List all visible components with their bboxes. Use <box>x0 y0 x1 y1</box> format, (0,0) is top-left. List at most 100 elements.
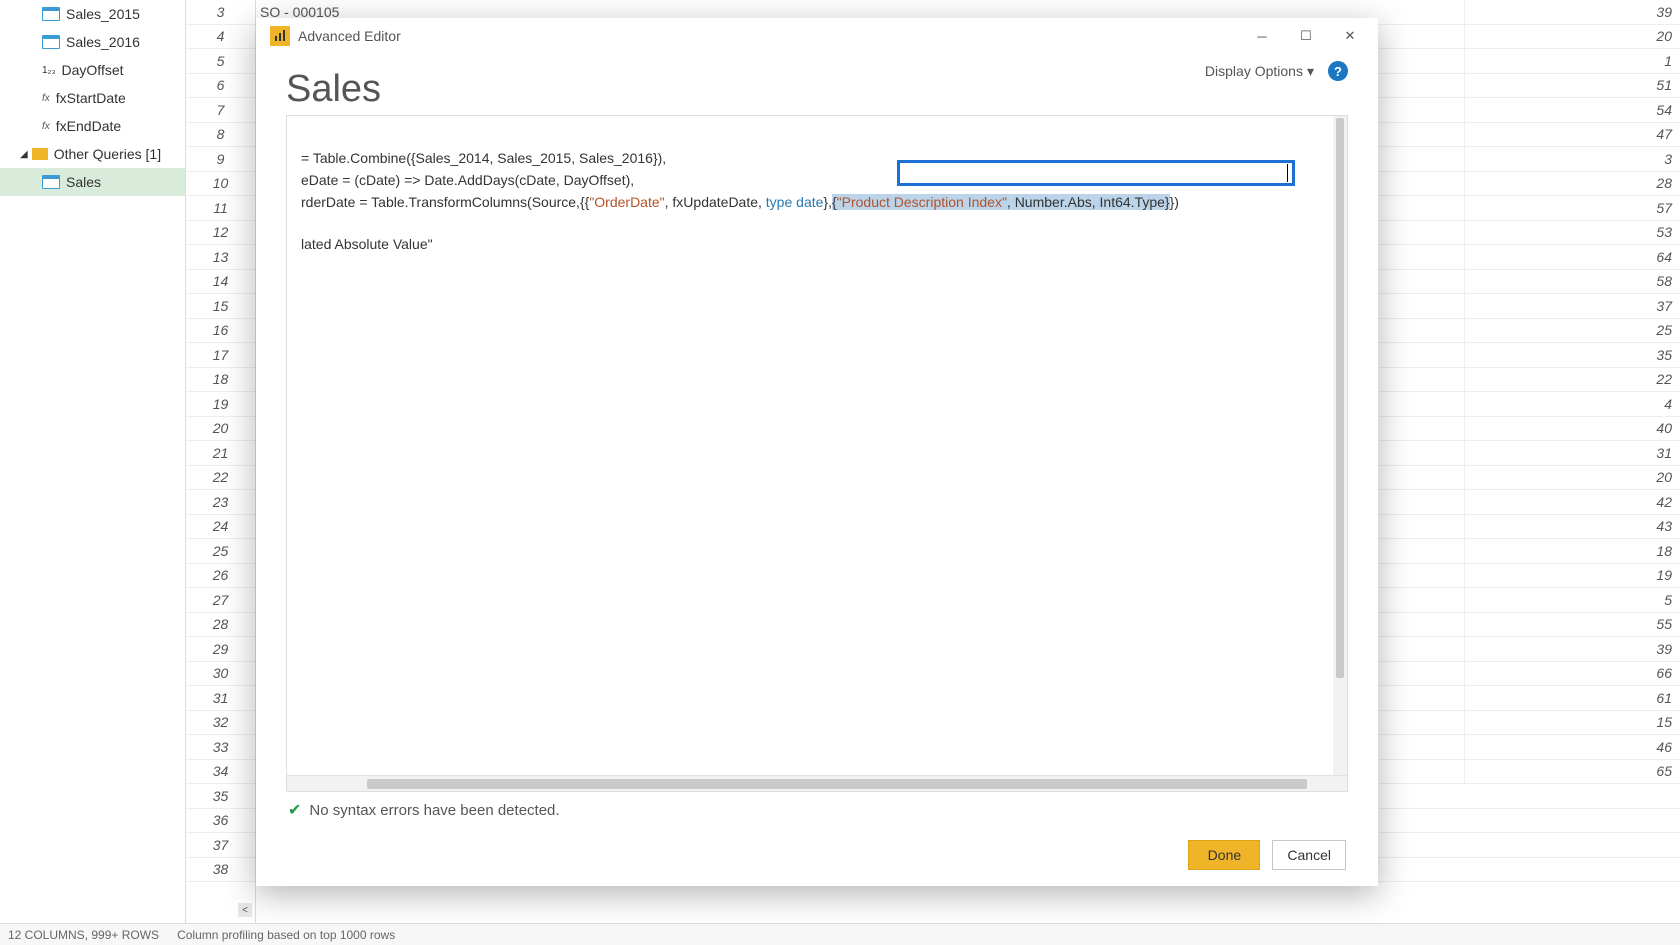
row-number[interactable]: 35 <box>186 784 255 809</box>
row-number[interactable]: 20 <box>186 417 255 442</box>
row-number[interactable]: 15 <box>186 294 255 319</box>
advanced-editor-dialog: Advanced Editor ─ ☐ ✕ Sales Display Opti… <box>256 18 1378 886</box>
row-number[interactable]: 34 <box>186 760 255 785</box>
value-cell[interactable]: 31 <box>1464 441 1680 466</box>
dialog-titlebar[interactable]: Advanced Editor ─ ☐ ✕ <box>256 18 1378 54</box>
value-cell[interactable]: 47 <box>1464 123 1680 148</box>
row-number[interactable]: 21 <box>186 441 255 466</box>
right-value-column: 3920151544732857536458372535224403120424… <box>1464 0 1680 784</box>
row-number[interactable]: 9 <box>186 147 255 172</box>
row-number[interactable]: 24 <box>186 515 255 540</box>
row-number[interactable]: 4 <box>186 25 255 50</box>
query-item[interactable]: fxEndDate <box>0 112 185 140</box>
row-number[interactable]: 26 <box>186 564 255 589</box>
group-label: Other Queries [1] <box>54 146 161 162</box>
value-cell[interactable]: 20 <box>1464 25 1680 50</box>
value-cell[interactable]: 53 <box>1464 221 1680 246</box>
row-number[interactable]: 25 <box>186 539 255 564</box>
row-number[interactable]: 14 <box>186 270 255 295</box>
value-cell[interactable]: 51 <box>1464 74 1680 99</box>
value-cell[interactable]: 28 <box>1464 172 1680 197</box>
value-cell[interactable]: 19 <box>1464 564 1680 589</box>
row-number[interactable]: 27 <box>186 588 255 613</box>
value-cell[interactable]: 35 <box>1464 343 1680 368</box>
check-icon: ✔ <box>288 800 301 820</box>
row-number[interactable]: 16 <box>186 319 255 344</box>
minimize-button[interactable]: ─ <box>1240 20 1284 52</box>
row-number[interactable]: 29 <box>186 637 255 662</box>
query-item[interactable]: DayOffset <box>0 56 185 84</box>
value-cell[interactable]: 58 <box>1464 270 1680 295</box>
value-cell[interactable]: 5 <box>1464 588 1680 613</box>
close-button[interactable]: ✕ <box>1328 20 1372 52</box>
value-cell[interactable]: 64 <box>1464 245 1680 270</box>
query-group[interactable]: ◢ Other Queries [1] <box>0 140 185 168</box>
query-item[interactable]: fxStartDate <box>0 84 185 112</box>
row-number[interactable]: 30 <box>186 662 255 687</box>
code-editor[interactable]: = Table.Combine({Sales_2014, Sales_2015,… <box>286 115 1348 792</box>
row-number[interactable]: 38 <box>186 858 255 883</box>
query-item[interactable]: Sales_2016 <box>0 28 185 56</box>
value-cell[interactable]: 1 <box>1464 49 1680 74</box>
value-cell[interactable]: 42 <box>1464 490 1680 515</box>
syntax-message: No syntax errors have been detected. <box>309 802 559 819</box>
row-number[interactable]: 33 <box>186 735 255 760</box>
maximize-button[interactable]: ☐ <box>1284 20 1328 52</box>
row-number[interactable]: 37 <box>186 833 255 858</box>
value-cell[interactable]: 39 <box>1464 637 1680 662</box>
row-number[interactable]: 32 <box>186 711 255 736</box>
value-cell[interactable]: 18 <box>1464 539 1680 564</box>
row-number[interactable]: 31 <box>186 686 255 711</box>
value-cell[interactable]: 37 <box>1464 294 1680 319</box>
value-cell[interactable]: 46 <box>1464 735 1680 760</box>
row-number[interactable]: 11 <box>186 196 255 221</box>
scroll-left-button[interactable]: < <box>238 903 252 917</box>
display-options-dropdown[interactable]: Display Options ▾ <box>1205 63 1314 80</box>
row-number[interactable]: 6 <box>186 74 255 99</box>
row-number[interactable]: 8 <box>186 123 255 148</box>
powerbi-icon <box>270 26 290 46</box>
value-cell[interactable]: 15 <box>1464 711 1680 736</box>
row-number[interactable]: 23 <box>186 490 255 515</box>
value-cell[interactable]: 3 <box>1464 147 1680 172</box>
value-cell[interactable]: 66 <box>1464 662 1680 687</box>
folder-icon <box>32 148 48 160</box>
status-bar: 12 COLUMNS, 999+ ROWS Column profiling b… <box>0 923 1680 945</box>
row-number[interactable]: 7 <box>186 98 255 123</box>
cancel-button[interactable]: Cancel <box>1272 840 1346 870</box>
row-number[interactable]: 10 <box>186 172 255 197</box>
query-item[interactable]: Sales_2015 <box>0 0 185 28</box>
row-index-column: 3456789101112131415161718192021222324252… <box>186 0 256 945</box>
row-number[interactable]: 36 <box>186 809 255 834</box>
value-cell[interactable]: 40 <box>1464 417 1680 442</box>
row-number[interactable]: 3 <box>186 0 255 25</box>
value-cell[interactable]: 39 <box>1464 0 1680 25</box>
row-number[interactable]: 19 <box>186 392 255 417</box>
value-cell[interactable]: 57 <box>1464 196 1680 221</box>
vertical-scrollbar[interactable] <box>1333 116 1347 775</box>
done-button[interactable]: Done <box>1188 840 1260 870</box>
row-number[interactable]: 28 <box>186 613 255 638</box>
value-cell[interactable]: 25 <box>1464 319 1680 344</box>
query-item-selected[interactable]: Sales <box>0 168 185 196</box>
help-icon[interactable]: ? <box>1328 61 1348 81</box>
value-cell[interactable]: 4 <box>1464 392 1680 417</box>
horizontal-scrollbar[interactable] <box>287 775 1347 791</box>
status-columns: 12 COLUMNS, 999+ ROWS <box>8 928 159 942</box>
value-cell[interactable]: 61 <box>1464 686 1680 711</box>
row-number[interactable]: 17 <box>186 343 255 368</box>
row-number[interactable]: 22 <box>186 466 255 491</box>
value-cell[interactable]: 22 <box>1464 368 1680 393</box>
queries-sidebar: Sales_2015 Sales_2016 DayOffset fxStartD… <box>0 0 186 945</box>
row-number[interactable]: 12 <box>186 221 255 246</box>
value-cell[interactable]: 55 <box>1464 613 1680 638</box>
value-cell[interactable]: 65 <box>1464 760 1680 785</box>
value-cell[interactable]: 43 <box>1464 515 1680 540</box>
value-cell[interactable]: 54 <box>1464 98 1680 123</box>
display-options-label: Display Options <box>1205 63 1303 79</box>
row-number[interactable]: 18 <box>186 368 255 393</box>
value-cell[interactable]: 20 <box>1464 466 1680 491</box>
selection-highlight <box>897 160 1295 186</box>
row-number[interactable]: 13 <box>186 245 255 270</box>
row-number[interactable]: 5 <box>186 49 255 74</box>
